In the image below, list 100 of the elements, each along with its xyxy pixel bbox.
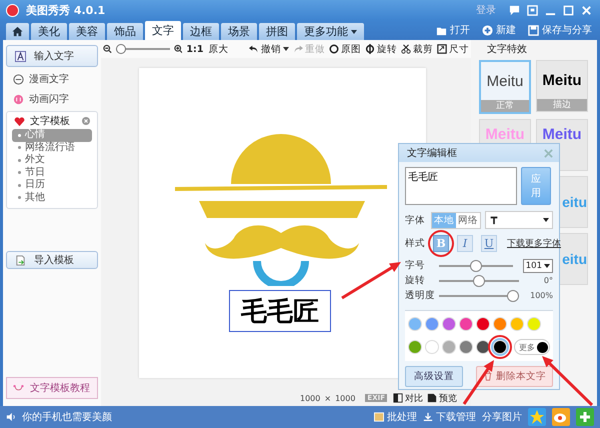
undo-button[interactable]: 撤销	[248, 42, 289, 56]
slider-label: 透明度	[405, 289, 435, 302]
effect-thumbnail[interactable]: Meitu 描边	[536, 60, 588, 112]
effect-thumbnail[interactable]: Meitu 正常	[479, 60, 531, 114]
color-swatch[interactable]	[527, 317, 541, 331]
eye-share-icon[interactable]	[552, 408, 570, 426]
color-swatch[interactable]	[408, 317, 422, 331]
redo-icon	[292, 44, 303, 54]
text-layer[interactable]: 毛毛匠	[229, 290, 331, 332]
color-swatch[interactable]	[493, 340, 507, 354]
template-category[interactable]: 日历	[12, 179, 92, 192]
caret-icon	[351, 30, 357, 34]
input-text-button[interactable]: 输入文字	[6, 45, 98, 67]
status-message: 你的手机也需要美颜	[22, 410, 112, 424]
style-label: 样式	[405, 236, 426, 250]
color-swatch[interactable]	[459, 340, 473, 354]
font-source-toggle[interactable]: 网络	[456, 212, 480, 228]
tab[interactable]: 美化	[31, 23, 67, 40]
color-swatch[interactable]	[476, 317, 490, 331]
batch-button[interactable]: 批处理	[374, 410, 417, 424]
template-category[interactable]: 其他	[12, 192, 92, 204]
size-dropdown[interactable]: 101	[522, 258, 553, 272]
bullet-icon	[18, 184, 21, 187]
color-swatch[interactable]	[493, 317, 507, 331]
more-colors-button[interactable]: 更多	[514, 339, 550, 355]
text-input-field[interactable]: 毛毛匠	[405, 167, 517, 205]
zoom-out-icon[interactable]	[103, 44, 112, 54]
tutorial-button[interactable]: 文字模板教程	[6, 377, 98, 399]
color-swatch[interactable]	[459, 317, 473, 331]
panel-title: 文字特效	[486, 42, 528, 56]
annotation-arrow	[341, 262, 401, 300]
original-button[interactable]: 原图	[328, 42, 361, 56]
tab[interactable]: 场景	[221, 23, 257, 40]
bullet-icon	[18, 196, 21, 200]
advanced-settings-button[interactable]: 高级设置	[405, 366, 463, 386]
image-width: 1000	[300, 394, 320, 402]
message-icon[interactable]	[509, 4, 520, 16]
color-swatch[interactable]	[510, 317, 524, 331]
color-swatch[interactable]	[425, 317, 439, 331]
tab[interactable]: 饰品	[107, 23, 143, 40]
font-dropdown[interactable]	[485, 211, 553, 229]
save-button[interactable]: 保存与分享	[528, 23, 592, 37]
color-swatch[interactable]	[425, 340, 439, 354]
slider-label: 旋转	[405, 274, 426, 287]
template-category[interactable]: 节日	[12, 166, 92, 179]
import-template-button[interactable]: 导入模板	[6, 251, 98, 269]
picture-icon	[374, 412, 384, 422]
more-tab[interactable]: 更多功能	[297, 23, 364, 40]
rotate-icon	[364, 44, 375, 54]
save-icon	[528, 24, 539, 36]
bullet-icon	[18, 171, 21, 174]
maximize-icon[interactable]	[563, 4, 574, 16]
undo-icon	[248, 44, 259, 54]
speaker-icon	[6, 412, 16, 422]
color-swatch[interactable]	[408, 340, 422, 354]
underline-button[interactable]: U	[481, 234, 497, 252]
caret-icon	[543, 218, 549, 222]
compare-icon	[393, 393, 403, 403]
compare-button[interactable]: 对比	[393, 392, 423, 404]
close-icon[interactable]	[82, 117, 90, 125]
bullet-icon	[18, 134, 21, 137]
import-file-icon	[15, 254, 26, 266]
preview-button[interactable]: 预览	[427, 392, 457, 404]
image-height: 1000	[335, 394, 356, 402]
skin-icon[interactable]	[527, 4, 538, 16]
tab[interactable]: 边框	[183, 23, 219, 40]
new-button[interactable]: 新建	[482, 23, 516, 37]
zoom-in-icon[interactable]	[174, 44, 182, 54]
sidebar-item[interactable]: 漫画文字	[6, 71, 98, 87]
panel-title: 文字模板	[30, 114, 70, 128]
actual-size-button[interactable]: 1:1 原大	[186, 42, 228, 56]
sidebar-item[interactable]: 动画闪字	[6, 91, 98, 107]
home-tab[interactable]	[6, 23, 29, 40]
zoom-slider-thumb[interactable]	[116, 44, 126, 54]
caret-icon	[282, 47, 289, 51]
template-category[interactable]: 外文	[12, 154, 92, 166]
annotation-arrow	[462, 360, 494, 405]
tab[interactable]: 拼图	[259, 23, 295, 40]
star-share-icon[interactable]	[528, 408, 546, 426]
rotate-button[interactable]: 旋转	[364, 42, 397, 56]
italic-button[interactable]: I	[457, 234, 473, 252]
template-category[interactable]: 网络流行语	[12, 142, 92, 154]
page-icon	[427, 393, 437, 403]
slider-thumb[interactable]	[507, 290, 519, 302]
download-button[interactable]: 下载管理	[423, 410, 476, 424]
scissors-icon	[400, 44, 411, 54]
caret-icon	[544, 264, 550, 268]
dialog-title: 文字编辑框	[407, 146, 457, 160]
bullet-icon	[18, 158, 21, 162]
home-icon	[12, 26, 23, 37]
open-button[interactable]: 打开	[436, 23, 470, 37]
color-swatch[interactable]	[442, 340, 456, 354]
add-share-icon[interactable]	[576, 408, 594, 426]
tab[interactable]: 文字	[145, 21, 181, 40]
crop-button[interactable]: 裁剪	[400, 42, 433, 56]
tab[interactable]: 美容	[69, 23, 105, 40]
size-button[interactable]: 尺寸	[436, 42, 469, 56]
color-swatch[interactable]	[476, 340, 490, 354]
color-swatch[interactable]	[442, 317, 456, 331]
delete-text-button[interactable]: 删除本文字	[476, 366, 553, 386]
